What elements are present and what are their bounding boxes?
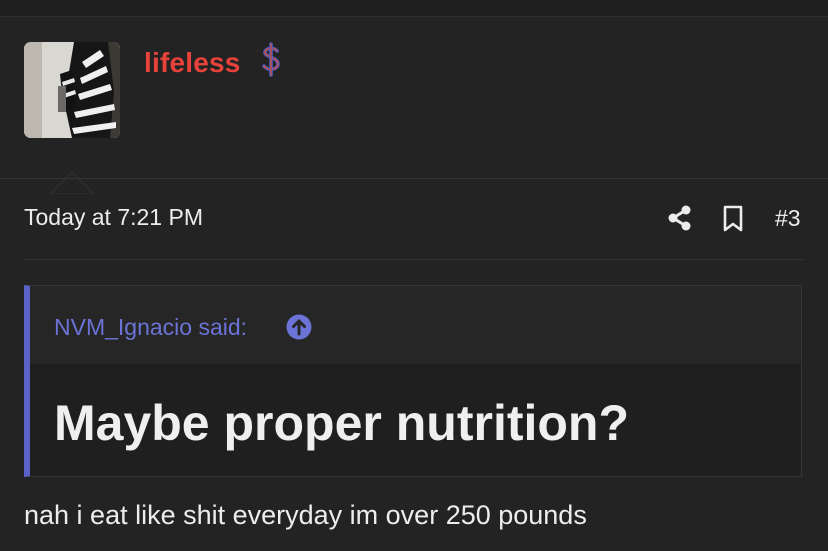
bookmark-icon[interactable] xyxy=(722,205,744,232)
quote-author-link[interactable]: NVM_Ignacio said: xyxy=(54,314,247,341)
post-body-text: nah i eat like shit everyday im over 250… xyxy=(24,500,587,530)
avatar-image xyxy=(24,42,120,138)
user-block-pointer xyxy=(50,172,94,196)
quote-body: Maybe proper nutrition? xyxy=(30,364,801,476)
quote-block: NVM_Ignacio said: Maybe proper nutrition… xyxy=(24,285,802,477)
post-divider xyxy=(0,178,828,179)
post-timestamp[interactable]: Today at 7:21 PM xyxy=(24,204,203,231)
avatar[interactable] xyxy=(24,42,120,138)
top-bar xyxy=(0,0,828,17)
quote-header: NVM_Ignacio said: xyxy=(30,286,801,364)
username-link[interactable]: lifeless xyxy=(144,47,241,79)
share-icon[interactable] xyxy=(667,204,693,232)
post-number-link[interactable]: #3 xyxy=(775,205,801,232)
arrow-up-circle-icon[interactable] xyxy=(286,314,312,340)
meta-divider xyxy=(24,259,804,260)
post-user-block: lifeless xyxy=(0,17,828,196)
dollar-sign-icon xyxy=(262,42,280,77)
quote-text: Maybe proper nutrition? xyxy=(54,395,629,451)
